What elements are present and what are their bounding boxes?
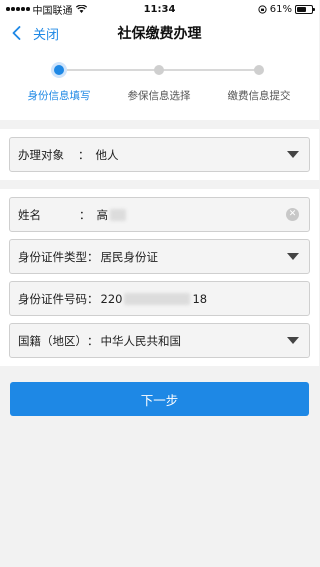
caret-down-icon — [287, 253, 299, 260]
next-step-button[interactable]: 下一步 — [10, 382, 309, 416]
caret-down-icon — [287, 151, 299, 158]
orientation-lock-icon — [258, 4, 267, 14]
handler-colon: ： — [78, 147, 90, 162]
nationality-label: 国籍（地区） — [18, 333, 87, 348]
handler-section: 办理对象 ： 他人 — [0, 129, 319, 180]
chevron-left-icon — [12, 26, 21, 40]
id-number-suffix: 18 — [192, 291, 208, 306]
wifi-icon — [75, 5, 87, 13]
nationality-colon: ： — [87, 333, 99, 348]
status-left: 中国联通 — [6, 2, 258, 17]
name-value-text: 高 — [96, 207, 109, 222]
id-number-colon: ： — [87, 291, 99, 306]
name-value: 高 — [97, 207, 287, 223]
progress-steps: 身份信息填写 参保信息选择 缴费信息提交 — [0, 48, 319, 120]
submit-area: 下一步 — [0, 366, 319, 432]
status-bar: 中国联通 11:34 61% — [0, 0, 319, 18]
back-button[interactable]: 关闭 — [12, 24, 59, 43]
redacted-text — [124, 292, 191, 305]
id-type-colon: ： — [87, 249, 99, 264]
name-field[interactable]: 姓名 ： 高 ✕ — [9, 197, 310, 232]
step-2-label: 参保信息选择 — [127, 90, 191, 102]
handler-select[interactable]: 办理对象 ： 他人 — [9, 137, 310, 172]
id-type-value: 居民身份证 — [100, 249, 159, 264]
id-type-label: 身份证件类型 — [18, 249, 87, 264]
step-connector — [59, 69, 159, 71]
nav-bar: 关闭 社保缴费办理 — [0, 18, 319, 48]
name-label: 姓名 — [18, 207, 41, 222]
clear-icon[interactable]: ✕ — [286, 208, 299, 221]
status-right: 61% — [258, 3, 315, 15]
step-2-dot — [154, 65, 164, 75]
step-1-dot — [54, 65, 64, 75]
battery-level — [297, 6, 306, 12]
id-number-value: 220 18 — [101, 292, 300, 306]
caret-down-icon — [287, 337, 299, 344]
step-1-label: 身份信息填写 — [27, 90, 91, 102]
id-type-select[interactable]: 身份证件类型 ： 居民身份证 — [9, 239, 310, 274]
nationality-select[interactable]: 国籍（地区） ： 中华人民共和国 — [9, 323, 310, 358]
carrier-label: 中国联通 — [32, 5, 73, 17]
step-connector — [159, 69, 259, 71]
redacted-text — [110, 208, 126, 221]
handler-value: 他人 — [95, 147, 119, 162]
step-3-dot — [254, 65, 264, 75]
battery-percent: 61% — [269, 3, 292, 15]
signal-icon — [6, 7, 30, 11]
step-3-label: 缴费信息提交 — [227, 90, 291, 102]
id-number-label: 身份证件号码 — [18, 291, 87, 306]
identity-section: 姓名 ： 高 ✕ 身份证件类型 ： 居民身份证 身份证件号码 ： 220 18 … — [0, 189, 319, 366]
close-label: 关闭 — [33, 27, 60, 43]
id-number-prefix: 220 — [100, 291, 123, 306]
name-colon: ： — [79, 207, 91, 222]
nationality-value: 中华人民共和国 — [100, 333, 182, 348]
handler-label: 办理对象 — [18, 147, 64, 162]
battery-icon — [295, 4, 315, 14]
id-number-field[interactable]: 身份证件号码 ： 220 18 — [9, 281, 310, 316]
